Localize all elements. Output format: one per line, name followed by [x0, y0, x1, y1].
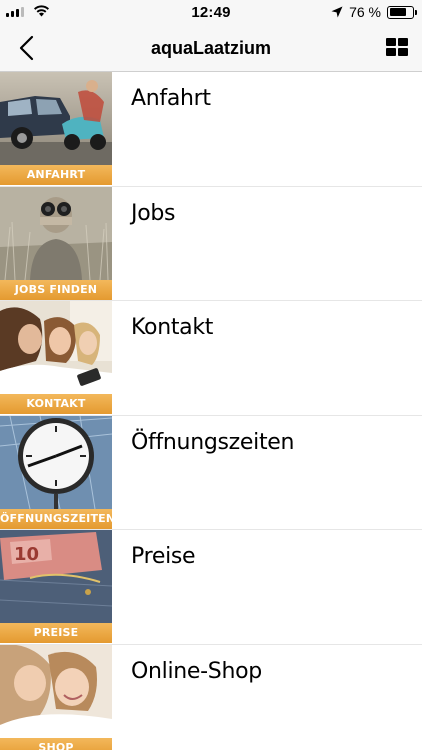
list-item-anfahrt[interactable]: ANFAHRT Anfahrt [0, 72, 422, 187]
station-clock-photo [0, 415, 112, 509]
list-item-label: Jobs [131, 200, 176, 226]
navigation-bar: aquaLaatzium [0, 24, 422, 72]
thumbnail-caption: KONTAKT [0, 394, 112, 414]
list-item-oeffnungszeiten[interactable]: ÖFFNUNGSZEITEN Öffnungszeiten [0, 415, 422, 530]
list-item-thumbnail: ÖFFNUNGSZEITEN [0, 415, 112, 529]
list-item-kontakt[interactable]: KONTAKT Kontakt [0, 301, 422, 416]
list-item-preise[interactable]: 10 PREISE Preise [0, 530, 422, 645]
page-title: aquaLaatzium [150, 38, 272, 58]
list-item-thumbnail: ANFAHRT [0, 72, 112, 185]
list-item-jobs[interactable]: JOBS FINDEN Jobs [0, 186, 422, 301]
menu-list: ANFAHRT Anfahrt JOBS FINDEN Jobs KONTAKT… [0, 72, 422, 750]
list-item-thumbnail: 10 PREISE [0, 530, 112, 643]
list-item-label: Öffnungszeiten [131, 429, 295, 455]
list-item-thumbnail: JOBS FINDEN [0, 186, 112, 300]
battery-icon [387, 5, 417, 19]
thumbnail-caption: JOBS FINDEN [0, 279, 112, 300]
car-scooter-photo [0, 72, 112, 165]
list-item-label: Anfahrt [131, 86, 211, 111]
thumbnail-caption: ANFAHRT [0, 165, 112, 185]
list-item-label: Online-Shop [131, 658, 262, 684]
women-phone-photo [0, 301, 112, 394]
grid-view-button[interactable] [386, 38, 408, 56]
mother-child-photo [0, 644, 112, 738]
list-item-label: Preise [131, 544, 196, 569]
status-bar: 12:49 76 % [0, 0, 422, 24]
svg-text:10: 10 [14, 544, 39, 565]
location-arrow-icon [331, 6, 343, 18]
grid-view-icon [386, 38, 396, 46]
battery-percentage: 76 % [349, 4, 381, 20]
thumbnail-caption: SHOP [0, 737, 112, 750]
euro-notes-jeans-photo: 10 [0, 530, 112, 623]
list-item-online-shop[interactable]: SHOP Online-Shop [0, 644, 422, 750]
list-item-thumbnail: KONTAKT [0, 301, 112, 414]
thumbnail-caption: PREISE [0, 623, 112, 643]
list-item-thumbnail: SHOP [0, 644, 112, 750]
thumbnail-caption: ÖFFNUNGSZEITEN [0, 508, 112, 529]
binoculars-photo [0, 186, 112, 280]
list-item-label: Kontakt [131, 315, 214, 340]
